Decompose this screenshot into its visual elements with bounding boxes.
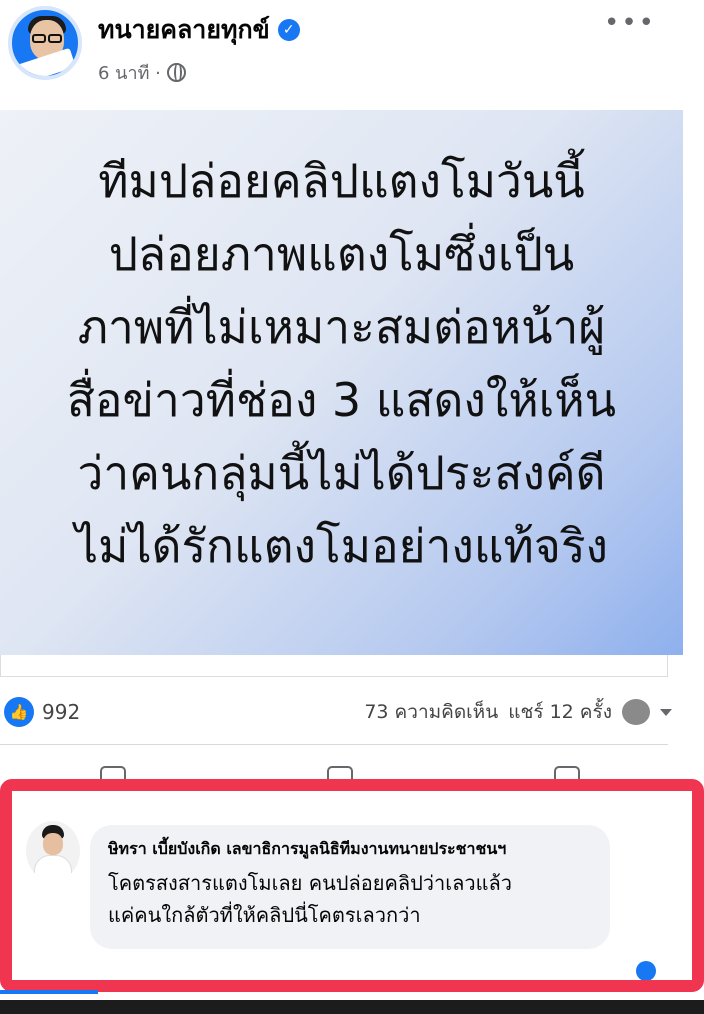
comment-like-icon [636,961,656,980]
comment-text-line: แค่คนใกล้ตัวที่ให้คลิปนี่โคตรเลวกว่า [108,903,421,927]
like-reaction-icon[interactable]: 👍 [4,697,34,727]
post-image-text: ทีมปล่อยคลิปแตงโมวันนี้ ปล่อยภาพแตงโมซึ่… [66,153,617,573]
post-image[interactable]: ทีมปล่อยคลิปแตงโมวันนี้ ปล่อยภาพแตงโมซึ่… [0,110,683,655]
commenter-avatar[interactable] [26,821,80,881]
post-header: ทนายคลายทุกข์ ✓ 6 นาที · ••• [0,0,704,108]
post-meta: 6 นาที · [98,58,186,87]
engagement-stats: 73 ความคิดเห็น แชร์ 12 ครั้ง [364,697,680,727]
image-bottom-edge [0,655,668,677]
commenter-name[interactable]: ษิทรา เบี้ยบังเกิด เลขาธิการมูลนิธิทีมงา… [108,837,592,862]
comment-text-line: โคตรสงสารแตงโมเลย คนปล่อยคลิปว่าเลวแล้ว [108,871,512,895]
post-time[interactable]: 6 นาที · [98,58,161,87]
active-tab-indicator [0,990,98,994]
commenter-shirt [34,855,72,881]
comment-footer [108,961,668,980]
globe-icon [166,63,186,82]
more-options-icon[interactable]: ••• [604,8,656,38]
share-count[interactable]: แชร์ 12 ครั้ง [508,697,612,727]
reactions-bar: 👍 992 73 ความคิดเห็น แชร์ 12 ครั้ง [0,688,680,736]
verified-badge-icon: ✓ [277,19,300,41]
comment-reaction-count[interactable] [636,961,656,980]
caret-down-icon[interactable] [660,708,672,716]
like-count[interactable]: 992 [42,700,80,724]
viewer-avatar[interactable] [622,699,650,725]
comment-count[interactable]: 73 ความคิดเห็น [364,697,498,727]
author-name[interactable]: ทนายคลายทุกข์ [98,10,270,50]
comment-bubble: ษิทรา เบี้ยบังเกิด เลขาธิการมูลนิธิทีมงา… [90,825,610,949]
divider [0,744,668,745]
avatar-glasses-right [48,34,62,43]
highlight-frame: ษิทรา เบี้ยบังเกิด เลขาธิการมูลนิธิทีมงา… [0,779,704,992]
avatar-glasses-left [32,34,46,43]
author-row: ทนายคลายทุกข์ ✓ [98,10,300,50]
author-avatar[interactable] [8,6,82,80]
commenter-face [43,833,63,855]
bottom-bar [0,1000,704,1014]
